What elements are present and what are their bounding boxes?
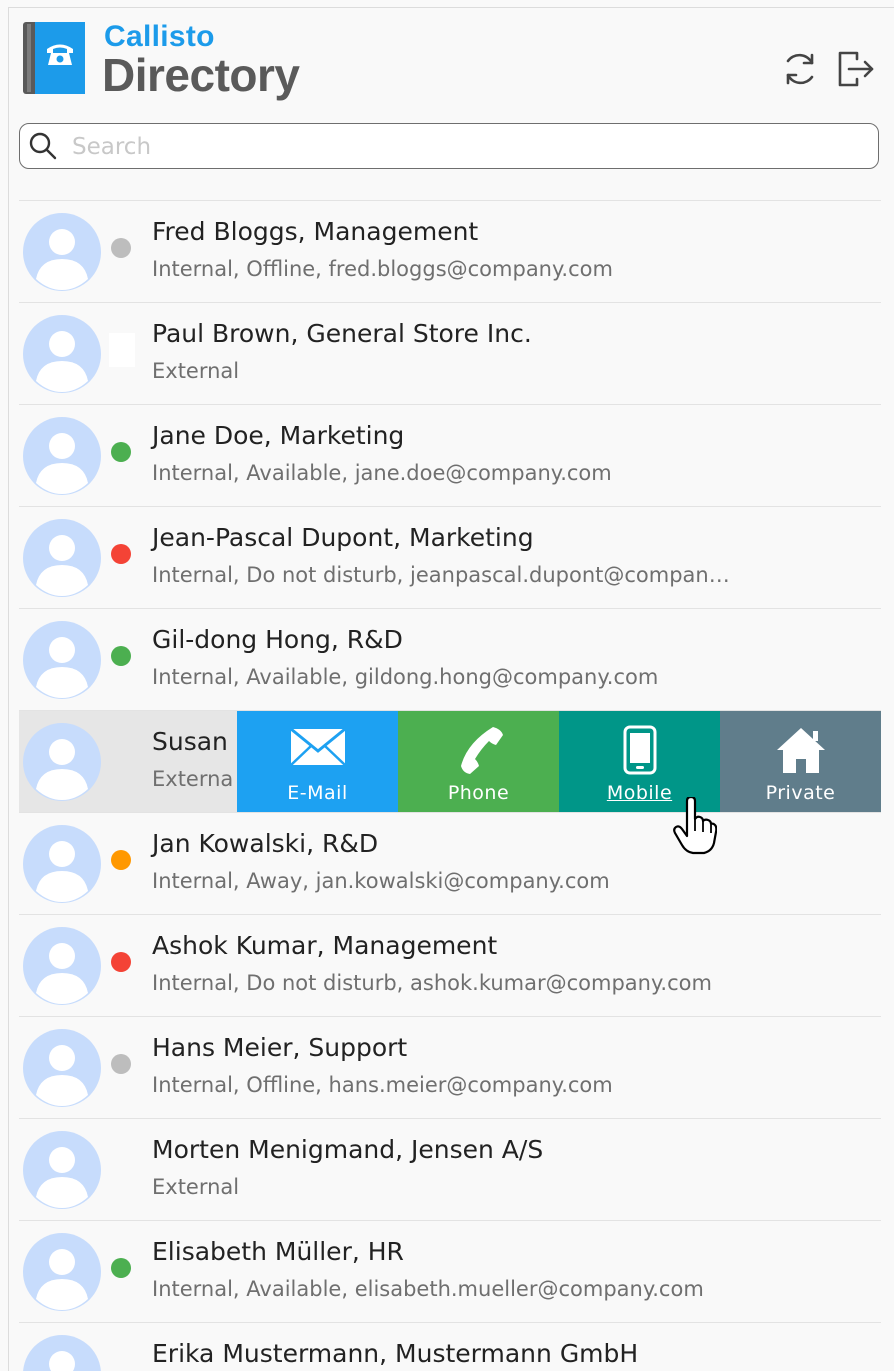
e-mail-action-button[interactable]: E-Mail — [237, 711, 398, 813]
contact-row[interactable]: Fred Bloggs, Management Internal, Offline… — [19, 200, 881, 302]
contact-action-bar: E-Mail Phone Mobile Private — [237, 711, 881, 813]
contact-name: Jane Doe, Marketing — [152, 421, 405, 450]
app-header: Callisto Directory — [9, 8, 894, 118]
envelope-icon — [289, 727, 346, 766]
contact-row[interactable]: Erika Mustermann, Mustermann GmbH — [19, 1322, 881, 1371]
contact-row[interactable]: Ashok Kumar, Management Internal, Do not … — [19, 914, 881, 1016]
contact-name: Jean-Pascal Dupont, Marketing — [152, 523, 534, 552]
contact-name: Paul Brown, General Store Inc. — [152, 319, 532, 348]
contact-details: Internal, Do not disturb, ashok.kumar@co… — [152, 971, 712, 995]
status-indicator-dnd — [111, 544, 131, 564]
refresh-icon — [786, 53, 814, 85]
contact-details: Internal, Available, jane.doe@company.co… — [152, 461, 612, 485]
contact-name: Fred Bloggs, Management — [152, 217, 479, 246]
mobile-action-button[interactable]: Mobile — [559, 711, 720, 813]
search-icon — [29, 132, 57, 160]
phone-book-icon — [23, 22, 85, 94]
action-label: Phone — [447, 782, 510, 804]
action-label: Private — [765, 782, 836, 804]
avatar-icon — [23, 315, 101, 393]
avatar-icon — [23, 1029, 101, 1107]
logout-icon — [838, 51, 874, 87]
logout-button[interactable] — [835, 48, 877, 90]
contact-details: Internal, Offline, fred.bloggs@company.c… — [152, 257, 613, 281]
avatar-icon — [23, 1131, 101, 1209]
contact-row[interactable]: Jan Kowalski, R&D Internal, Away, jan.kow… — [19, 812, 881, 914]
contact-name: Erika Mustermann, Mustermann GmbH — [152, 1339, 639, 1368]
phone-action-button[interactable]: Phone — [398, 711, 559, 813]
status-indicator-away — [111, 850, 131, 870]
contact-row[interactable]: Paul Brown, General Store Inc. External — [19, 302, 881, 404]
contact-details: Internal, Away, jan.kowalski@company.com — [152, 869, 610, 893]
contact-name: Gil-dong Hong, R&D — [152, 625, 403, 654]
contact-row[interactable]: Elisabeth Müller, HR Internal, Available,… — [19, 1220, 881, 1322]
avatar-icon — [23, 723, 101, 801]
status-indicator-offline — [111, 1054, 131, 1074]
contact-row[interactable]: Jane Doe, Marketing Internal, Available, … — [19, 404, 881, 506]
refresh-button[interactable] — [779, 48, 821, 90]
avatar-icon — [23, 519, 101, 597]
status-indicator-offline — [111, 238, 131, 258]
contact-details: External — [152, 359, 240, 383]
mobile-phone-icon — [623, 725, 656, 775]
app-title: Directory — [102, 49, 300, 101]
status-indicator-none — [109, 333, 135, 367]
private-action-button[interactable]: Private — [720, 711, 881, 813]
avatar-icon — [23, 621, 101, 699]
contact-name: Elisabeth Müller, HR — [152, 1237, 404, 1266]
home-icon — [776, 728, 825, 773]
contact-details: Internal, Offline, hans.meier@company.co… — [152, 1073, 613, 1097]
action-label: Mobile — [606, 782, 673, 804]
contact-name: Hans Meier, Support — [152, 1033, 408, 1062]
search-box[interactable] — [19, 123, 879, 169]
status-indicator-available — [111, 646, 131, 666]
contact-row[interactable]: Hans Meier, Support Internal, Offline, ha… — [19, 1016, 881, 1118]
contact-details: Internal, Do not disturb, jeanpascal.dup… — [152, 563, 730, 587]
action-label: E-Mail — [287, 782, 348, 804]
directory-app: Callisto Directory Fred Bloggs, Manageme… — [8, 7, 894, 1371]
status-indicator-available — [111, 442, 131, 462]
avatar-icon — [23, 417, 101, 495]
contact-name: Morten Menigmand, Jensen A/S — [152, 1135, 544, 1164]
avatar-icon — [23, 213, 101, 291]
contact-details: Internal, Available, gildong.hong@compan… — [152, 665, 659, 689]
phone-handset-icon — [460, 727, 503, 774]
contact-details: Internal, Available, elisabeth.mueller@c… — [152, 1277, 704, 1301]
avatar-icon — [23, 1233, 101, 1311]
avatar-icon — [23, 1335, 101, 1371]
contact-details: Externa — [152, 767, 234, 791]
contact-name: Ashok Kumar, Management — [152, 931, 498, 960]
status-indicator-available — [111, 1258, 131, 1278]
contact-list: Fred Bloggs, Management Internal, Offline… — [19, 200, 881, 1371]
contact-name: Susan — [152, 727, 228, 756]
avatar-icon — [23, 825, 101, 903]
contact-details: External — [152, 1175, 240, 1199]
contact-row[interactable]: Morten Menigmand, Jensen A/S External — [19, 1118, 881, 1220]
search-input[interactable] — [70, 130, 854, 164]
contact-name: Jan Kowalski, R&D — [152, 829, 379, 858]
contact-row[interactable]: Susan Externa E-Mail Phone Mobile Private — [19, 710, 881, 813]
contact-row[interactable]: Jean-Pascal Dupont, Marketing Internal, D… — [19, 506, 881, 608]
contact-row[interactable]: Gil-dong Hong, R&D Internal, Available, g… — [19, 608, 881, 710]
status-indicator-dnd — [111, 952, 131, 972]
avatar-icon — [23, 927, 101, 1005]
